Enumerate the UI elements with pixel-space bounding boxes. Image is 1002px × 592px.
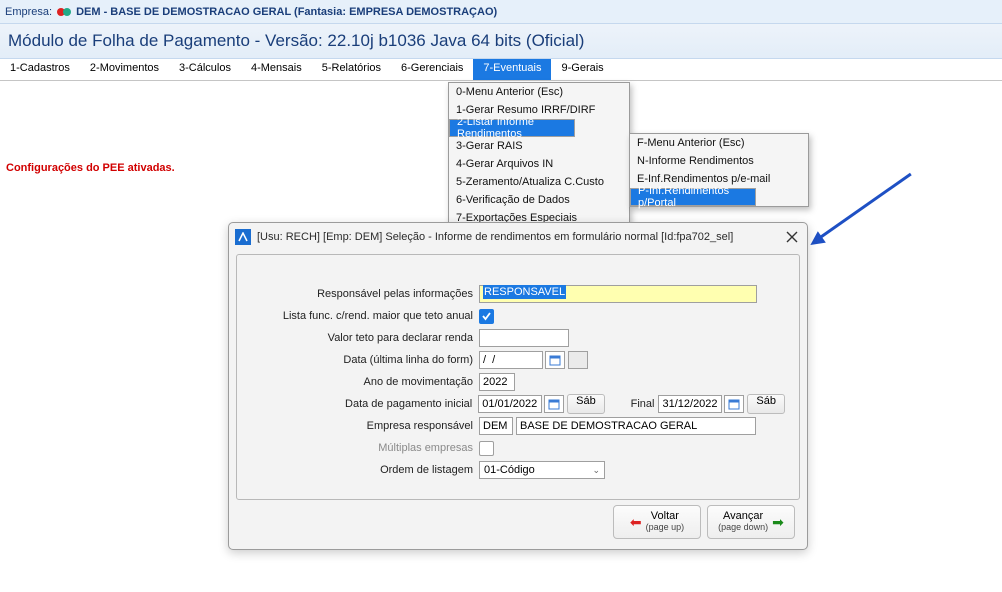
menu-item[interactable]: 7-Eventuais (473, 59, 551, 80)
label-final: Final (631, 398, 659, 410)
label-ano: Ano de movimentação (251, 376, 479, 388)
dialog-selecao: [Usu: RECH] [Emp: DEM] Seleção - Informe… (228, 222, 808, 550)
menu-item[interactable]: 9-Gerais (551, 59, 613, 80)
avancar-button[interactable]: Avançar (page down) ➡ (707, 505, 795, 539)
day-label-ini[interactable]: Sáb (567, 394, 605, 414)
menu-item[interactable]: 3-Cálculos (169, 59, 241, 80)
avancar-label: Avançar (718, 511, 768, 522)
close-button[interactable] (783, 228, 801, 246)
arrow-left-icon: ⬅ (630, 514, 642, 531)
responsavel-value: RESPONSAVEL (483, 285, 566, 299)
dropdown-item[interactable]: 5-Zeramento/Atualiza C.Custo (449, 173, 629, 191)
top-bar: Empresa: DEM - BASE DE DEMOSTRACAO GERAL… (0, 0, 1002, 23)
label-multiplas: Múltiplas empresas (251, 442, 479, 454)
company-name: DEM - BASE DE DEMOSTRACAO GERAL (Fantasi… (76, 6, 497, 18)
multiplas-checkbox[interactable] (479, 441, 494, 456)
menu-item[interactable]: 5-Relatórios (312, 59, 391, 80)
dropdown-item[interactable]: 0-Menu Anterior (Esc) (449, 83, 629, 101)
empresa-nome-field[interactable] (516, 417, 756, 435)
dialog-body: Responsável pelas informações RESPONSAVE… (236, 254, 800, 500)
menu-dropdown-listar-informe: F-Menu Anterior (Esc)N-Informe Rendiment… (629, 133, 809, 207)
label-empresa: Empresa responsável (251, 420, 479, 432)
label-valor-teto: Valor teto para declarar renda (251, 332, 479, 344)
calendar-icon[interactable] (545, 351, 565, 369)
dropdown-item[interactable]: 2-Listar Informe Rendimentos (449, 119, 575, 137)
avancar-sub: (page down) (718, 522, 768, 533)
dropdown-item[interactable]: N-Informe Rendimentos (630, 152, 808, 170)
label-lista: Lista func. c/rend. maior que teto anual (251, 310, 479, 322)
ano-field[interactable] (479, 373, 515, 391)
module-title: Módulo de Folha de Pagamento - Versão: 2… (8, 31, 584, 51)
dropdown-item[interactable]: 4-Gerar Arquivos IN (449, 155, 629, 173)
dialog-title: [Usu: RECH] [Emp: DEM] Seleção - Informe… (257, 231, 733, 243)
menu-item[interactable]: 1-Cadastros (0, 59, 80, 80)
company-icon (56, 4, 72, 20)
data-pag-fim-field[interactable] (658, 395, 722, 413)
menu-item[interactable]: 4-Mensais (241, 59, 312, 80)
arrow-right-icon: ➡ (772, 514, 784, 531)
data-ultima-field[interactable] (479, 351, 543, 369)
day-label-fim[interactable]: Sáb (747, 394, 785, 414)
ordem-select[interactable]: 01-Código ⌄ (479, 461, 605, 479)
menu-item[interactable]: 2-Movimentos (80, 59, 169, 80)
dialog-titlebar: [Usu: RECH] [Emp: DEM] Seleção - Informe… (229, 223, 807, 251)
dropdown-item[interactable]: 6-Verificação de Dados (449, 191, 629, 209)
label-data-pag-ini: Data de pagamento inicial (251, 398, 478, 410)
data-pag-ini-field[interactable] (478, 395, 542, 413)
menu-bar: 1-Cadastros2-Movimentos3-Cálculos4-Mensa… (0, 59, 1002, 81)
calendar-icon[interactable] (724, 395, 744, 413)
lista-checkbox[interactable] (479, 309, 494, 324)
ordem-value: 01-Código (484, 464, 535, 476)
valor-teto-field[interactable] (479, 329, 569, 347)
responsavel-field[interactable]: RESPONSAVEL (479, 285, 757, 303)
empresa-cod-field[interactable] (479, 417, 513, 435)
dropdown-item[interactable]: F-Menu Anterior (Esc) (630, 134, 808, 152)
dropdown-item[interactable]: P-Inf.Rendimentos p/Portal (630, 188, 756, 206)
label-ordem: Ordem de listagem (251, 464, 479, 476)
menu-item[interactable]: 6-Gerenciais (391, 59, 473, 80)
label-data-ultima: Data (última linha do form) (251, 354, 479, 366)
calendar-icon[interactable] (544, 395, 564, 413)
chevron-down-icon: ⌄ (592, 465, 600, 476)
day-disabled (568, 351, 588, 369)
voltar-label: Voltar (646, 511, 685, 522)
voltar-sub: (page up) (646, 522, 685, 533)
voltar-button[interactable]: ⬅ Voltar (page up) (613, 505, 701, 539)
module-bar: Módulo de Folha de Pagamento - Versão: 2… (0, 23, 1002, 59)
top-bar-label: Empresa: (5, 6, 52, 18)
status-message: Configurações do PEE ativadas. (6, 162, 175, 174)
menu-dropdown-eventuais: 0-Menu Anterior (Esc)1-Gerar Resumo IRRF… (448, 82, 630, 228)
dialog-app-icon (235, 229, 251, 245)
label-responsavel: Responsável pelas informações (251, 288, 479, 300)
dialog-footer: ⬅ Voltar (page up) Avançar (page down) ➡ (229, 500, 807, 544)
